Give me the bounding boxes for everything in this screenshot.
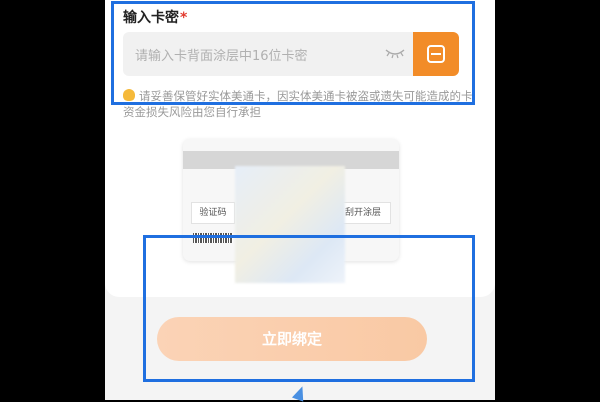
lightbulb-icon bbox=[123, 89, 135, 101]
card-bind-panel: 输入卡密* 请输入卡背面涂层中16位卡密 请妥善保管好实体美通卡，因实体美通卡被… bbox=[105, 0, 495, 297]
notice-message: 请妥善保管好实体美通卡，因实体美通卡被盗或遗失可能造成的卡资金损失风险由您自行承… bbox=[123, 89, 473, 119]
barcode bbox=[193, 233, 233, 243]
scan-button[interactable] bbox=[413, 32, 459, 76]
phone-screen: 输入卡密* 请输入卡背面涂层中16位卡密 请妥善保管好实体美通卡，因实体美通卡被… bbox=[105, 0, 495, 400]
card-secret-placeholder: 请输入卡背面涂层中16位卡密 bbox=[135, 49, 308, 64]
card-secret-input[interactable]: 请输入卡背面涂层中16位卡密 bbox=[123, 32, 413, 76]
card-secret-label: 输入卡密* bbox=[123, 7, 187, 27]
eye-closed-icon[interactable] bbox=[385, 47, 405, 59]
bind-now-button[interactable]: 立即绑定 bbox=[157, 317, 427, 361]
notice-text: 请妥善保管好实体美通卡，因实体美通卡被盗或遗失可能造成的卡资金损失风险由您自行承… bbox=[123, 88, 475, 120]
required-mark: * bbox=[180, 10, 188, 26]
blurred-overlay bbox=[235, 166, 345, 283]
scan-icon bbox=[427, 45, 445, 63]
verification-code-field: 验证码 bbox=[191, 202, 235, 224]
card-secret-label-text: 输入卡密 bbox=[123, 10, 179, 26]
